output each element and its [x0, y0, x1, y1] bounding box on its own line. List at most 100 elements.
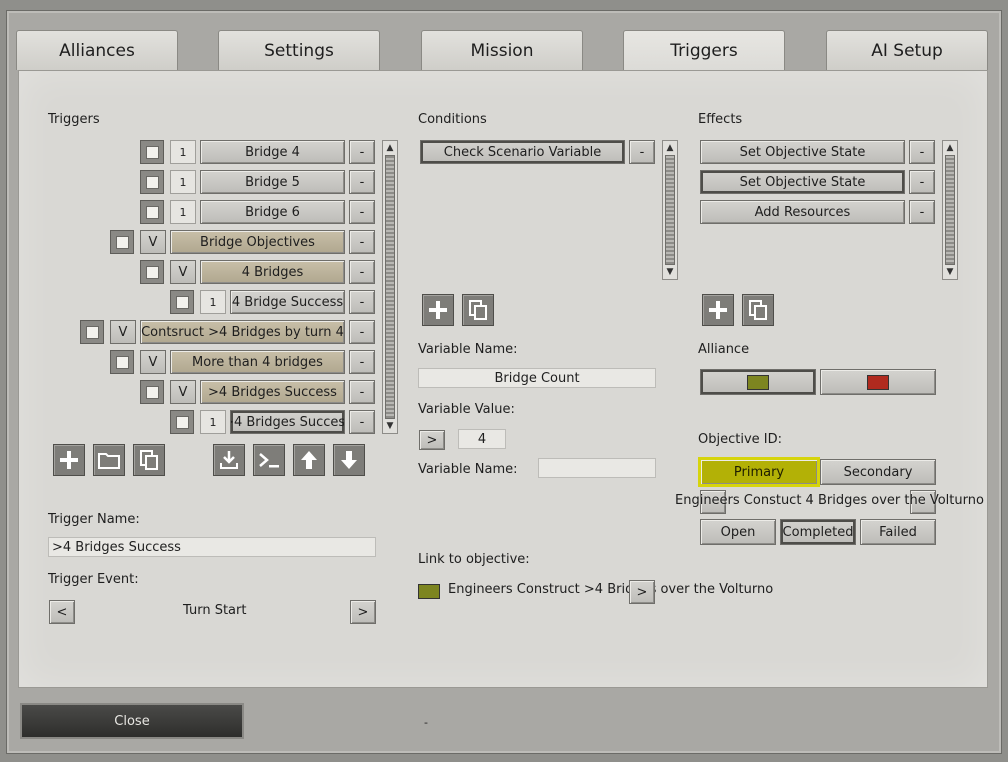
scroll-up-icon[interactable]: ▲ — [943, 141, 957, 155]
tab-label: Mission — [470, 40, 534, 61]
trigger-remove-button[interactable]: - — [349, 260, 375, 284]
trigger-item[interactable]: Bridge 6 — [200, 200, 345, 224]
tab-label: Triggers — [670, 40, 738, 61]
trigger-enable-checkbox[interactable] — [170, 290, 194, 314]
scroll-thumb[interactable] — [665, 155, 675, 265]
trigger-expand-toggle[interactable]: V — [170, 260, 196, 284]
alliance-red-button[interactable] — [820, 369, 936, 395]
trigger-event-label: Trigger Event: — [48, 572, 139, 587]
trigger-count-badge: 1 — [170, 170, 196, 194]
condition-remove-button[interactable]: - — [629, 140, 655, 164]
variable-name-label: Variable Name: — [418, 342, 518, 357]
trigger-remove-button[interactable]: - — [349, 170, 375, 194]
move-down-button[interactable] — [333, 444, 365, 476]
trigger-item-selected[interactable]: >4 Bridges Success — [230, 410, 345, 434]
trigger-event-prev-button[interactable]: < — [49, 600, 75, 624]
trigger-enable-checkbox[interactable] — [80, 320, 104, 344]
scroll-thumb[interactable] — [385, 155, 395, 419]
variable-name2-input[interactable] — [538, 458, 656, 478]
trigger-group-item[interactable]: Bridge Objectives — [170, 230, 345, 254]
effects-scrollbar[interactable]: ▲ ▼ — [942, 140, 958, 280]
trigger-expand-toggle[interactable]: V — [110, 320, 136, 344]
tab-ai-setup[interactable]: AI Setup — [826, 30, 988, 70]
add-condition-button[interactable] — [422, 294, 454, 326]
scroll-down-icon[interactable]: ▼ — [383, 419, 397, 433]
trigger-event-next-button[interactable]: > — [350, 600, 376, 624]
trigger-enable-checkbox[interactable] — [110, 230, 134, 254]
trigger-remove-button[interactable]: - — [349, 140, 375, 164]
state-open-button[interactable]: Open — [700, 519, 776, 545]
move-up-button[interactable] — [293, 444, 325, 476]
copy-effect-button[interactable] — [742, 294, 774, 326]
scroll-thumb[interactable] — [945, 155, 955, 265]
arrow-up-icon — [301, 451, 317, 469]
trigger-expand-toggle[interactable]: V — [170, 380, 196, 404]
copy-trigger-button[interactable] — [133, 444, 165, 476]
add-effect-button[interactable] — [702, 294, 734, 326]
objective-primary-button[interactable]: Primary — [698, 457, 820, 487]
trigger-remove-button[interactable]: - — [349, 290, 375, 314]
state-completed-button[interactable]: Completed — [780, 519, 856, 545]
condition-item[interactable]: Check Scenario Variable — [420, 140, 625, 164]
trigger-remove-button[interactable]: - — [349, 230, 375, 254]
variable-value-cycle-button[interactable]: > — [419, 430, 445, 450]
trigger-expand-toggle[interactable]: V — [140, 230, 166, 254]
add-folder-button[interactable] — [93, 444, 125, 476]
trigger-enable-checkbox[interactable] — [110, 350, 134, 374]
trigger-group-item[interactable]: 4 Bridges — [200, 260, 345, 284]
tab-settings[interactable]: Settings — [218, 30, 380, 70]
trigger-count-badge: 1 — [170, 200, 196, 224]
effect-remove-button[interactable]: - — [909, 140, 935, 164]
objective-text: Engineers Constuct 4 Bridges over the Vo… — [675, 493, 984, 508]
trigger-group-item[interactable]: Contsruct >4 Bridges by turn 4 — [140, 320, 345, 344]
variable-name-input[interactable]: Bridge Count — [418, 368, 656, 388]
triggers-scrollbar[interactable]: ▲ ▼ — [382, 140, 398, 434]
trigger-name-input[interactable]: >4 Bridges Success — [48, 537, 376, 557]
tab-triggers[interactable]: Triggers — [623, 30, 785, 70]
trigger-remove-button[interactable]: - — [349, 350, 375, 374]
trigger-enable-checkbox[interactable] — [140, 380, 164, 404]
trigger-remove-button[interactable]: - — [349, 380, 375, 404]
import-trigger-button[interactable] — [213, 444, 245, 476]
effect-remove-button[interactable]: - — [909, 170, 935, 194]
close-button[interactable]: Close — [20, 703, 244, 739]
plus-icon — [709, 301, 727, 319]
effect-remove-button[interactable]: - — [909, 200, 935, 224]
trigger-remove-button[interactable]: - — [349, 410, 375, 434]
trigger-item[interactable]: Bridge 5 — [200, 170, 345, 194]
copy-condition-button[interactable] — [462, 294, 494, 326]
scroll-up-icon[interactable]: ▲ — [663, 141, 677, 155]
tab-mission[interactable]: Mission — [421, 30, 583, 70]
trigger-enable-checkbox[interactable] — [140, 200, 164, 224]
alliance-label: Alliance — [698, 342, 750, 357]
tab-label: AI Setup — [871, 40, 943, 61]
trigger-item[interactable]: 4 Bridge Success — [230, 290, 345, 314]
trigger-enable-checkbox[interactable] — [140, 170, 164, 194]
add-trigger-button[interactable] — [53, 444, 85, 476]
trigger-remove-button[interactable]: - — [349, 320, 375, 344]
trigger-group-item[interactable]: More than 4 bridges — [170, 350, 345, 374]
tab-alliances[interactable]: Alliances — [16, 30, 178, 70]
scroll-up-icon[interactable]: ▲ — [383, 141, 397, 155]
effect-item-selected[interactable]: Set Objective State — [700, 170, 905, 194]
alliance-green-button[interactable] — [700, 369, 816, 395]
state-failed-button[interactable]: Failed — [860, 519, 936, 545]
trigger-item[interactable]: Bridge 4 — [200, 140, 345, 164]
effect-item[interactable]: Set Objective State — [700, 140, 905, 164]
arrow-down-icon — [341, 451, 357, 469]
effect-item[interactable]: Add Resources — [700, 200, 905, 224]
trigger-expand-toggle[interactable]: V — [140, 350, 166, 374]
trigger-enable-checkbox[interactable] — [170, 410, 194, 434]
trigger-remove-button[interactable]: - — [349, 200, 375, 224]
variable-value-input[interactable]: 4 — [458, 429, 506, 449]
folder-icon — [98, 453, 120, 469]
scroll-down-icon[interactable]: ▼ — [663, 265, 677, 279]
link-objective-button[interactable]: > — [629, 580, 655, 604]
trigger-enable-checkbox[interactable] — [140, 140, 164, 164]
objective-secondary-button[interactable]: Secondary — [820, 459, 936, 485]
trigger-group-item[interactable]: >4 Bridges Success — [200, 380, 345, 404]
trigger-enable-checkbox[interactable] — [140, 260, 164, 284]
script-console-button[interactable] — [253, 444, 285, 476]
conditions-scrollbar[interactable]: ▲ ▼ — [662, 140, 678, 280]
scroll-down-icon[interactable]: ▼ — [943, 265, 957, 279]
